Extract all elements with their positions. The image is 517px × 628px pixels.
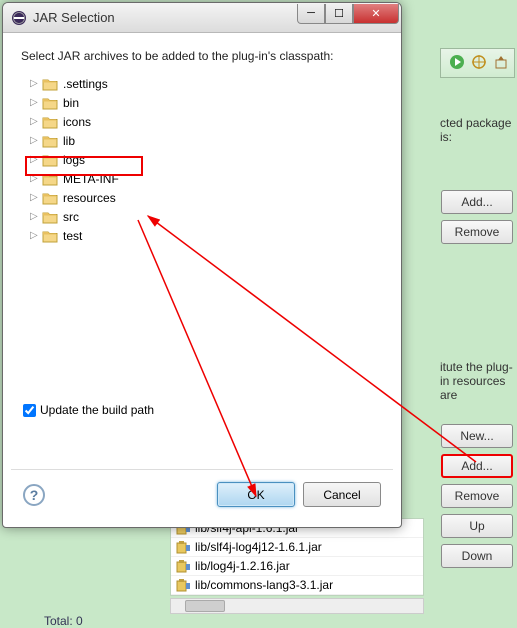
tree-item-test[interactable]: ▷ test [24, 226, 380, 245]
scrollbar-thumb[interactable] [185, 600, 225, 612]
tree-item-settings[interactable]: ▷ .settings [24, 74, 380, 93]
folder-icon [42, 153, 58, 167]
folder-icon [42, 210, 58, 224]
expand-icon[interactable]: ▷ [30, 212, 40, 222]
folder-tree[interactable]: ▷ .settings ▷ bin ▷ icons ▷ lib ▷ logs ▷ META-INF ▷ r… [23, 73, 381, 385]
ok-button[interactable]: OK [217, 482, 295, 507]
jar-icon [175, 540, 191, 554]
expand-icon[interactable]: ▷ [30, 193, 40, 203]
folder-icon [42, 134, 58, 148]
tree-item-label: lib [60, 133, 78, 149]
window-buttons: ─ ☐ ✕ [297, 4, 399, 24]
tree-item-label: logs [60, 152, 88, 168]
eclipse-icon [11, 10, 27, 26]
update-build-path-checkbox[interactable] [23, 404, 36, 417]
tree-item-logs[interactable]: ▷ logs [24, 150, 380, 169]
tree-item-label: icons [60, 114, 94, 130]
bg-text-plugin-resources: itute the plug-in resources are [440, 360, 515, 402]
jar-selection-dialog: JAR Selection ─ ☐ ✕ Select JAR archives … [2, 2, 402, 528]
cancel-button[interactable]: Cancel [303, 482, 381, 507]
dialog-titlebar[interactable]: JAR Selection ─ ☐ ✕ [3, 3, 401, 33]
classpath-jar-list: lib/slf4j-api-1.6.1.jarlib/slf4j-log4j12… [170, 518, 424, 596]
total-label: Total: 0 [44, 614, 83, 628]
minimize-button[interactable]: ─ [297, 4, 325, 24]
bg-text-selected-package: cted package is: [440, 116, 517, 144]
update-build-path-label: Update the build path [40, 403, 154, 417]
tree-item-META-INF[interactable]: ▷ META-INF [24, 169, 380, 188]
folder-icon [42, 77, 58, 91]
bg-button-column-2: New... Add... Remove Up Down [441, 424, 513, 568]
tree-item-label: bin [60, 95, 82, 111]
tree-item-src[interactable]: ▷ src [24, 207, 380, 226]
export-icon[interactable] [493, 54, 509, 73]
expand-icon[interactable]: ▷ [30, 155, 40, 165]
tree-item-lib[interactable]: ▷ lib [24, 131, 380, 150]
tree-item-icons[interactable]: ▷ icons [24, 112, 380, 131]
help-icon[interactable]: ? [23, 484, 45, 506]
tree-item-label: resources [60, 190, 119, 206]
tree-item-resources[interactable]: ▷ resources [24, 188, 380, 207]
update-build-path-row: Update the build path [23, 403, 154, 417]
expand-icon[interactable]: ▷ [30, 117, 40, 127]
folder-icon [42, 191, 58, 205]
jar-path: lib/commons-lang3-3.1.jar [195, 578, 333, 592]
maximize-button[interactable]: ☐ [325, 4, 353, 24]
debug-icon[interactable] [471, 54, 487, 73]
jar-icon [175, 559, 191, 573]
dialog-title: JAR Selection [33, 10, 297, 25]
tree-item-bin[interactable]: ▷ bin [24, 93, 380, 112]
tree-item-label: .settings [60, 76, 111, 92]
jar-path: lib/slf4j-log4j12-1.6.1.jar [195, 540, 322, 554]
expand-icon[interactable]: ▷ [30, 231, 40, 241]
tree-item-label: src [60, 209, 82, 225]
jar-list-item[interactable]: lib/commons-lang3-3.1.jar [171, 576, 423, 595]
jar-path: lib/log4j-1.2.16.jar [195, 559, 290, 573]
expand-icon[interactable]: ▷ [30, 98, 40, 108]
dialog-body: Select JAR archives to be added to the p… [11, 41, 393, 519]
editor-toolbar [440, 48, 515, 78]
jar-list-item[interactable]: lib/slf4j-log4j12-1.6.1.jar [171, 538, 423, 557]
tree-item-label: test [60, 228, 85, 244]
expand-icon[interactable]: ▷ [30, 174, 40, 184]
jar-list-item[interactable]: lib/log4j-1.2.16.jar [171, 557, 423, 576]
bg-add-button-1[interactable]: Add... [441, 190, 513, 214]
dialog-footer: ? OK Cancel [11, 469, 393, 519]
expand-icon[interactable]: ▷ [30, 79, 40, 89]
bg-remove-button-1[interactable]: Remove [441, 220, 513, 244]
expand-icon[interactable]: ▷ [30, 136, 40, 146]
folder-icon [42, 115, 58, 129]
bg-down-button[interactable]: Down [441, 544, 513, 568]
horizontal-scrollbar[interactable] [170, 598, 424, 614]
tree-item-label: META-INF [60, 171, 122, 187]
bg-remove-button-2[interactable]: Remove [441, 484, 513, 508]
bg-add-button-2[interactable]: Add... [441, 454, 513, 478]
folder-icon [42, 96, 58, 110]
bg-up-button[interactable]: Up [441, 514, 513, 538]
dialog-instruction: Select JAR archives to be added to the p… [11, 41, 393, 73]
close-button[interactable]: ✕ [353, 4, 399, 24]
bg-new-button[interactable]: New... [441, 424, 513, 448]
jar-icon [175, 578, 191, 592]
folder-icon [42, 229, 58, 243]
bg-button-column-1: Add... Remove [441, 190, 513, 244]
folder-icon [42, 172, 58, 186]
run-icon[interactable] [449, 54, 465, 73]
